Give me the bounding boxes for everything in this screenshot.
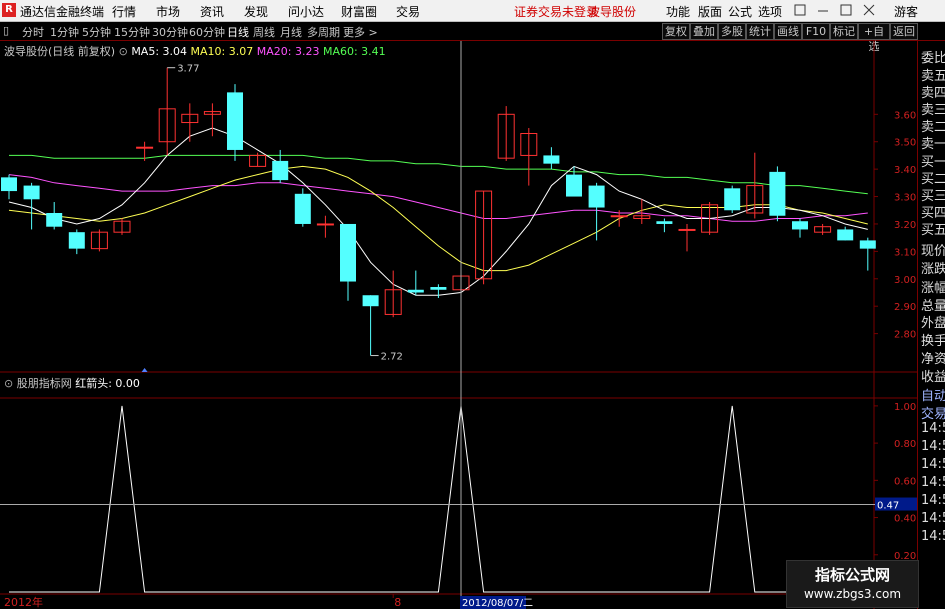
candle-body-down [566, 174, 582, 197]
indicator-header: ⊙ 股朋指标网 红箭头: 0.00 [4, 375, 140, 391]
indicator-tick-label: 1.00 [894, 402, 916, 413]
sidebar-label: 现价 [921, 244, 945, 259]
sidebar-label: 14:56 [921, 529, 945, 544]
watermark: 指标公式网 www.zbgs3.com [786, 560, 919, 608]
candle-body-down [837, 229, 854, 241]
date-axis-month: 8 [394, 596, 401, 609]
sidebar-label: 14:56 [921, 511, 945, 526]
sidebar-label: 涨跌 [921, 262, 945, 277]
price-tick-label: 3.20 [894, 220, 916, 231]
sidebar-label: 涨幅 [921, 281, 945, 296]
cursor-date: 2012/08/07/二 [462, 598, 533, 609]
indicator-spikes [9, 405, 868, 593]
candle-body-down [859, 240, 876, 249]
sidebar-label: 交易 [921, 407, 945, 422]
ma10-line [8, 165, 868, 272]
candle-body-up [678, 228, 696, 231]
candle-body-down [46, 213, 63, 227]
cursor-value: 0.47 [877, 501, 899, 512]
candle-body-down [340, 223, 356, 282]
sidebar-label: 买五 [921, 223, 945, 238]
candle-body-up [136, 146, 154, 149]
sidebar-label: 14:56 [921, 457, 945, 472]
candle-body-down [724, 188, 741, 211]
candle-body-down [588, 185, 605, 208]
candle-body-down [792, 221, 808, 230]
ma5-label: MA5: 3.04 [131, 45, 188, 58]
axes: 3.60 3.50 3.40 3.30 3.20 3.10 3.00 2.90 2.80 1.00… [0, 41, 917, 609]
ma5-line [8, 127, 868, 296]
candle-body-down [1, 177, 17, 192]
sidebar-label: 14:56 [921, 439, 945, 454]
sidebar-label: 收益 [921, 370, 945, 385]
sidebar-label: 14:56 [921, 493, 945, 508]
settings-icon[interactable]: ⊙ [119, 45, 128, 58]
ma20-label: MA20: 3.23 [256, 45, 320, 58]
candle-body-down [430, 287, 447, 290]
candle-body-down [272, 160, 289, 181]
sidebar-label: 换手 [921, 334, 945, 349]
price-tick-label: 3.60 [894, 110, 916, 121]
candle-body-down [294, 193, 311, 224]
ma10-label: MA10: 3.07 [190, 45, 254, 58]
watermark-url: www.zbgs3.com [803, 587, 902, 601]
moving-averages [8, 127, 868, 296]
indicator-settings-icon[interactable]: ⊙ [4, 377, 13, 390]
candle-body-down [362, 295, 379, 307]
indicator-value: 红箭头: 0.00 [75, 377, 140, 390]
date-axis-start: 2012年 [4, 595, 43, 609]
indicator-line [9, 405, 868, 593]
candle-body-down [23, 185, 40, 200]
candle-body-down [656, 221, 673, 224]
price-tick-label: 3.50 [894, 138, 916, 149]
indicator-tick-label: 0.40 [894, 514, 916, 525]
arrow-marker-icon [141, 368, 148, 372]
candle-body-down [227, 92, 243, 150]
sidebar-label: 外盘 [921, 316, 945, 331]
ma60-label: MA60: 3.41 [322, 45, 386, 58]
low-label: 2.72 [381, 352, 403, 363]
ma60-line [9, 154, 868, 195]
candle-body-down [769, 171, 786, 216]
sidebar-label: 委比 [921, 51, 945, 66]
price-tick-label: 3.10 [894, 247, 916, 258]
chart-title: 波导股份(日线 前复权) [4, 45, 116, 58]
price-tick-label: 3.40 [894, 165, 916, 176]
chart-grid [0, 41, 917, 609]
high-label: 3.77 [177, 64, 199, 75]
price-tick-label: 2.90 [894, 302, 916, 313]
indicator-title: 股朋指标网 [16, 377, 72, 390]
candle-body-down [68, 232, 85, 249]
sidebar-label: 14:56 [921, 421, 945, 436]
sidebar-label: 自动 [921, 389, 945, 404]
chart-header: 波导股份(日线 前复权) ⊙ MA5: 3.04 MA10: 3.07 MA20… [4, 43, 386, 59]
candle-body-up [316, 223, 334, 226]
candle-body-down [543, 155, 560, 164]
price-tick-label: 3.00 [894, 275, 916, 286]
indicator-tick-label: 0.80 [894, 439, 916, 450]
candle-body-down [407, 289, 424, 293]
sidebar-label: 卖一 [921, 137, 945, 152]
indicator-tick-label: 0.60 [894, 476, 916, 487]
sidebar-label: 净资 [921, 352, 945, 367]
candle-body-up [610, 215, 628, 218]
sidebar-label: 14:56 [921, 475, 945, 490]
price-tick-label: 2.80 [894, 330, 916, 341]
watermark-title: 指标公式网 [814, 566, 890, 584]
quote-sidebar: 委比 卖五 卖四 卖三 卖二 卖一 买一 买二 买三 买四 买五 现价 涨跌 涨幅 总量 外盘 换手 净资 收益 自动… [917, 41, 945, 609]
price-tick-label: 3.30 [894, 193, 916, 204]
kline-chart[interactable]: 3.60 3.50 3.40 3.30 3.20 3.10 3.00 2.90 2.80 1.00… [0, 0, 945, 609]
